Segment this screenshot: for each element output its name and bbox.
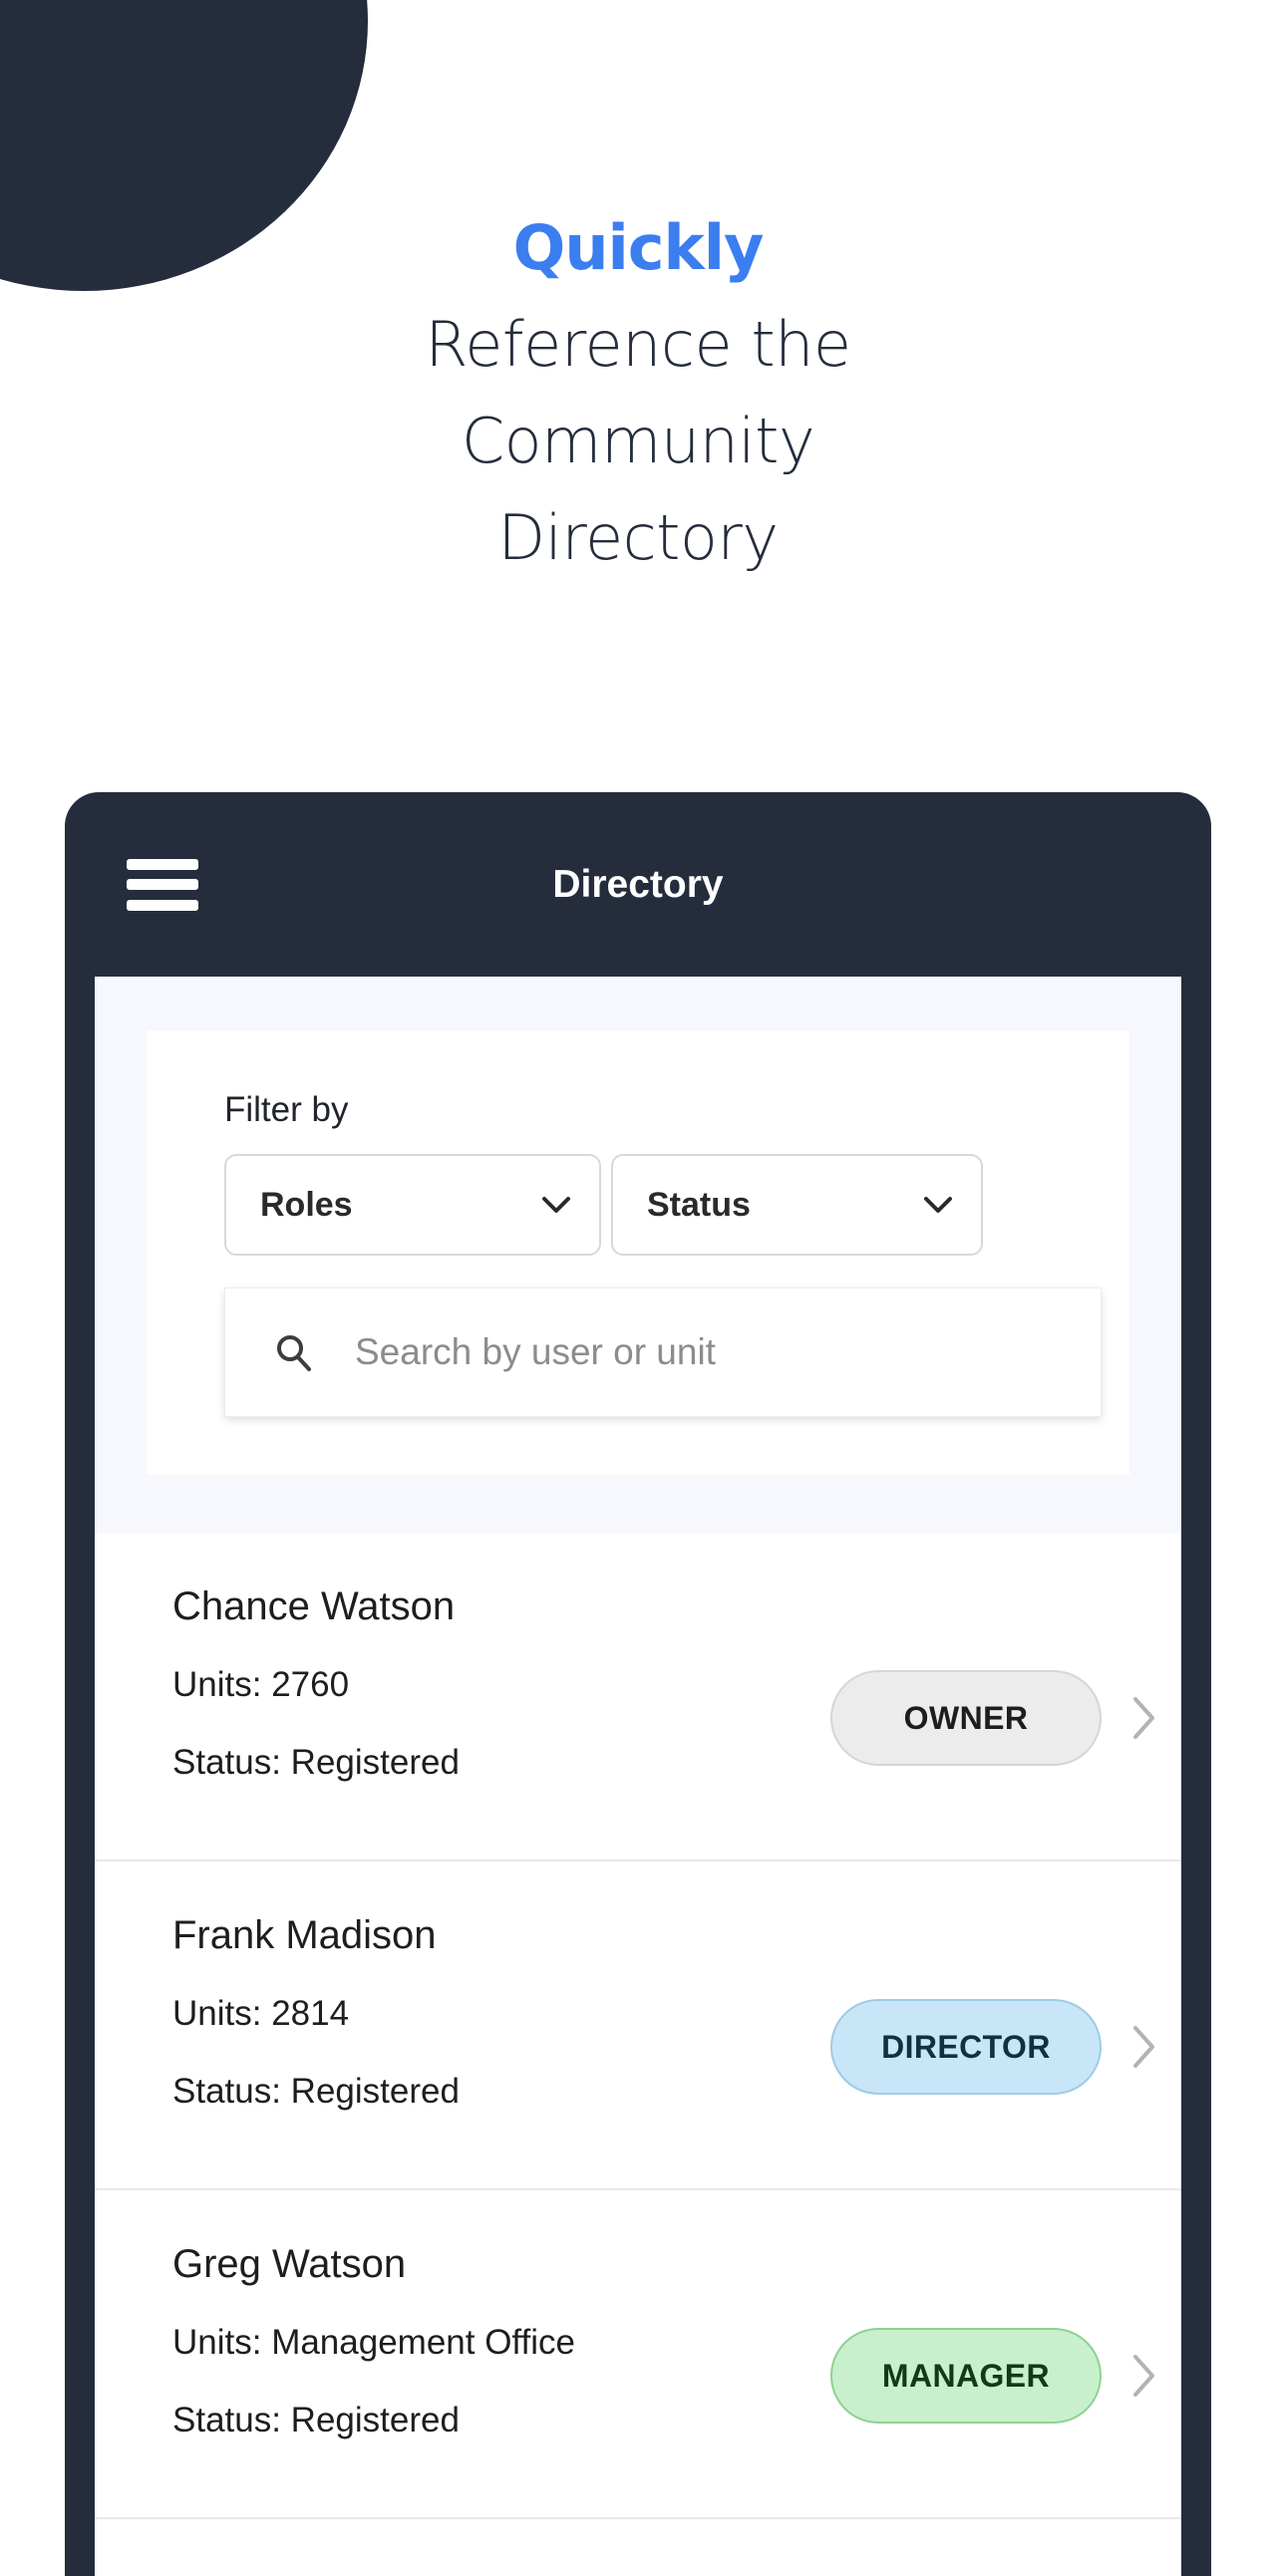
status-badge[interactable]: MANAGER <box>830 2328 1102 2424</box>
hero-line-2: Reference the <box>425 308 851 381</box>
search-input[interactable] <box>355 1331 1053 1373</box>
chevron-right-icon[interactable] <box>1131 1695 1157 1741</box>
hamburger-bar <box>127 879 198 890</box>
hero-line-4: Directory <box>497 501 779 574</box>
chevron-down-icon <box>542 1197 570 1213</box>
app-screen: Filter by Roles Status Search by user or… <box>95 977 1181 2576</box>
status-dropdown[interactable]: Status <box>611 1154 983 1256</box>
status-dropdown-value: Status <box>647 1185 751 1224</box>
hamburger-bar <box>127 858 198 870</box>
directory-entry-actions: OWNER <box>830 1670 1157 1766</box>
search-icon <box>277 1335 311 1371</box>
directory-entry-actions: MANAGER <box>830 2328 1157 2424</box>
filter-panel-wrapper: Filter by Roles Status <box>95 977 1181 1533</box>
filter-by-label: Filter by <box>224 1090 349 1129</box>
hero-line-3: Community <box>461 405 815 477</box>
roles-dropdown[interactable]: Roles <box>224 1154 601 1256</box>
entry-name: Frank Madison <box>172 1913 437 1957</box>
filter-selects-row: Roles Status <box>224 1154 1129 1256</box>
table-row[interactable]: Chance Watson Units: 2760 Status: Regist… <box>95 1533 1181 1861</box>
search-field-container[interactable] <box>224 1288 1102 1417</box>
hamburger-bar <box>127 899 198 911</box>
directory-list: Chance Watson Units: 2760 Status: Regist… <box>95 1533 1181 2519</box>
app-top-bar: Directory <box>95 792 1181 977</box>
hero-heading: Quickly Reference the Community Director… <box>0 199 1276 586</box>
hamburger-menu-icon[interactable] <box>127 858 198 911</box>
hero-line-accent: Quickly <box>512 211 765 284</box>
entry-name: Chance Watson <box>172 1584 456 1628</box>
roles-dropdown-value: Roles <box>260 1185 353 1224</box>
entry-name: Greg Watson <box>172 2242 407 2286</box>
chevron-right-icon[interactable] <box>1131 2024 1157 2070</box>
status-badge[interactable]: OWNER <box>830 1670 1102 1766</box>
directory-entry-actions: DIRECTOR <box>830 1999 1157 2095</box>
filter-card: Filter by Roles Status <box>147 1030 1129 1475</box>
phone-mockup: Directory Filter by Roles Status Search … <box>65 792 1211 2576</box>
chevron-down-icon <box>924 1197 952 1213</box>
chevron-right-icon[interactable] <box>1131 2353 1157 2399</box>
table-row[interactable]: Greg Watson Units: Management Office Sta… <box>95 2190 1181 2519</box>
table-row[interactable]: Frank Madison Units: 2814 Status: Regist… <box>95 1861 1181 2190</box>
status-badge[interactable]: DIRECTOR <box>830 1999 1102 2095</box>
page-title: Directory <box>552 862 724 906</box>
